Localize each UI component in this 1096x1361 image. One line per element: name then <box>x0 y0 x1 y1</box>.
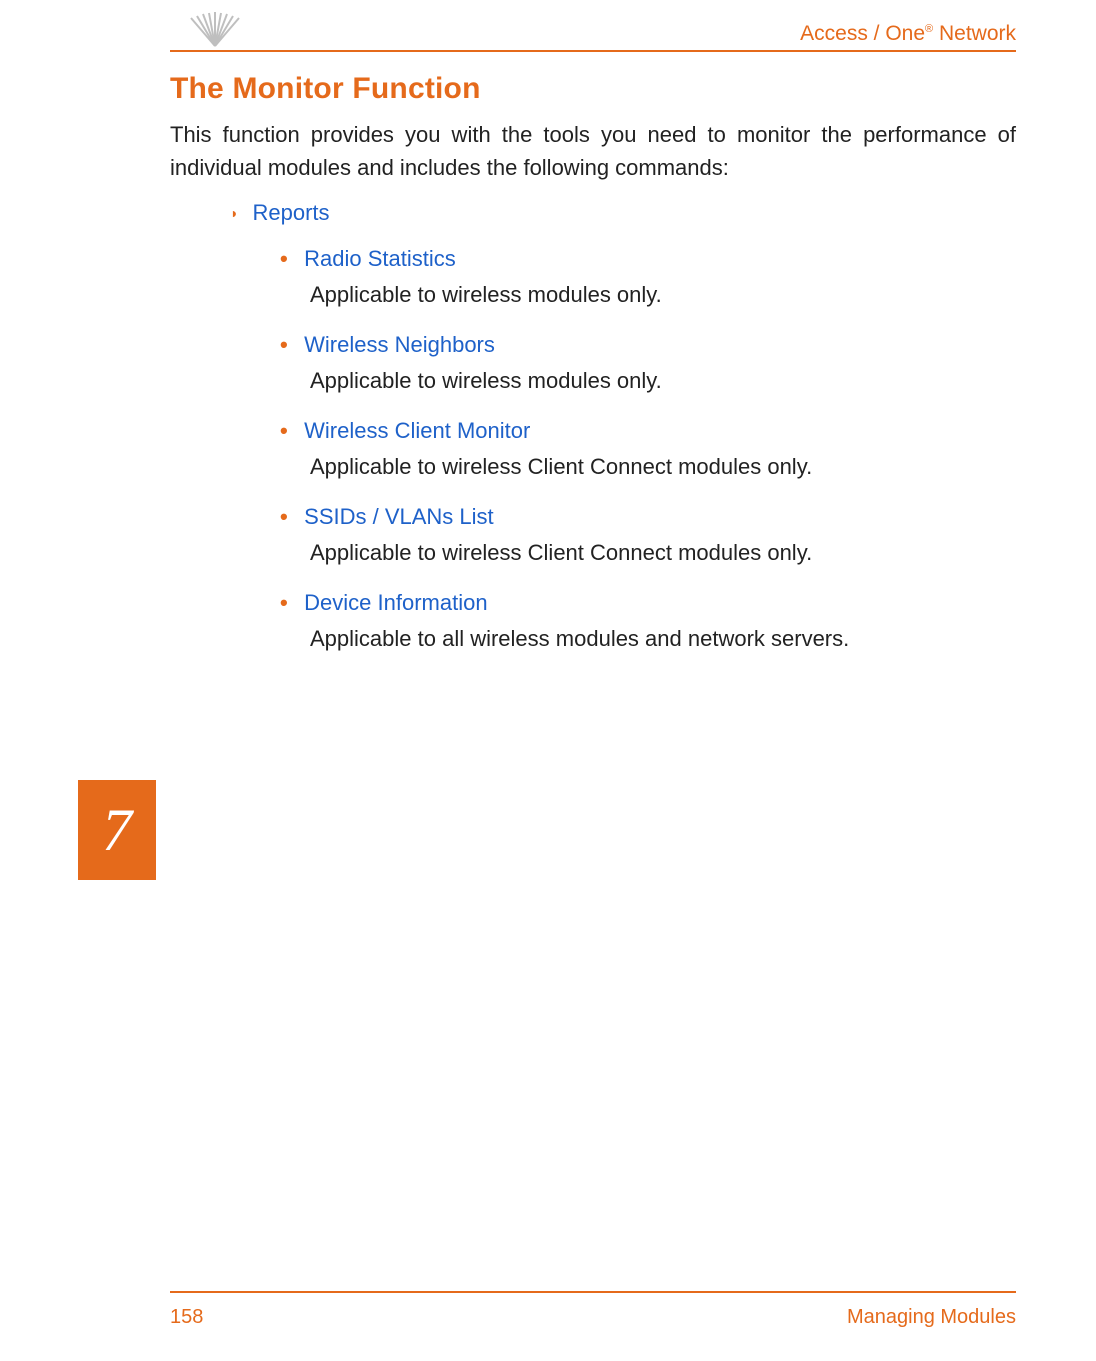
list-item-note: Applicable to wireless modules only. <box>310 368 662 394</box>
list-item: • Wireless Client Monitor <box>280 418 530 444</box>
list-item: • Radio Statistics <box>280 246 456 272</box>
list-item: • Device Information <box>280 590 488 616</box>
list-item-note: Applicable to wireless modules only. <box>310 282 662 308</box>
list-item-note: Applicable to all wireless modules and n… <box>310 626 849 652</box>
header-rule <box>170 50 1016 52</box>
list-top-item: ◗ Reports <box>230 200 330 226</box>
bullet-icon: • <box>280 246 300 271</box>
footer-rule <box>170 1291 1016 1293</box>
list-item: • Wireless Neighbors <box>280 332 495 358</box>
page-number: 158 <box>170 1306 203 1329</box>
brand-suffix: Network <box>933 22 1016 45</box>
triangle-bullet-icon: ◗ <box>230 205 238 221</box>
link-radio-statistics[interactable]: Radio Statistics <box>304 246 456 271</box>
list-item: • SSIDs / VLANs List <box>280 504 494 530</box>
link-reports[interactable]: Reports <box>252 200 329 226</box>
bullet-icon: • <box>280 418 300 443</box>
header-brand: Access / One® Network <box>800 22 1016 46</box>
bullet-icon: • <box>280 590 300 615</box>
chapter-tab: 7 <box>78 780 156 880</box>
chapter-name: Managing Modules <box>847 1306 1016 1329</box>
page: Access / One® Network The Monitor Functi… <box>0 0 1096 1361</box>
link-wireless-neighbors[interactable]: Wireless Neighbors <box>304 332 495 357</box>
link-device-information[interactable]: Device Information <box>304 590 487 615</box>
page-title: The Monitor Function <box>170 72 481 106</box>
intro-paragraph: This function provides you with the tool… <box>170 118 1016 184</box>
bullet-icon: • <box>280 332 300 357</box>
brand-reg: ® <box>925 23 933 35</box>
brand-logo-icon <box>185 8 245 48</box>
chapter-number: 7 <box>102 796 132 865</box>
list-item-note: Applicable to wireless Client Connect mo… <box>310 454 812 480</box>
link-wireless-client-monitor[interactable]: Wireless Client Monitor <box>304 418 530 443</box>
list-item-note: Applicable to wireless Client Connect mo… <box>310 540 812 566</box>
bullet-icon: • <box>280 504 300 529</box>
brand-prefix: Access / One <box>800 22 925 45</box>
link-ssids-vlans-list[interactable]: SSIDs / VLANs List <box>304 504 494 529</box>
